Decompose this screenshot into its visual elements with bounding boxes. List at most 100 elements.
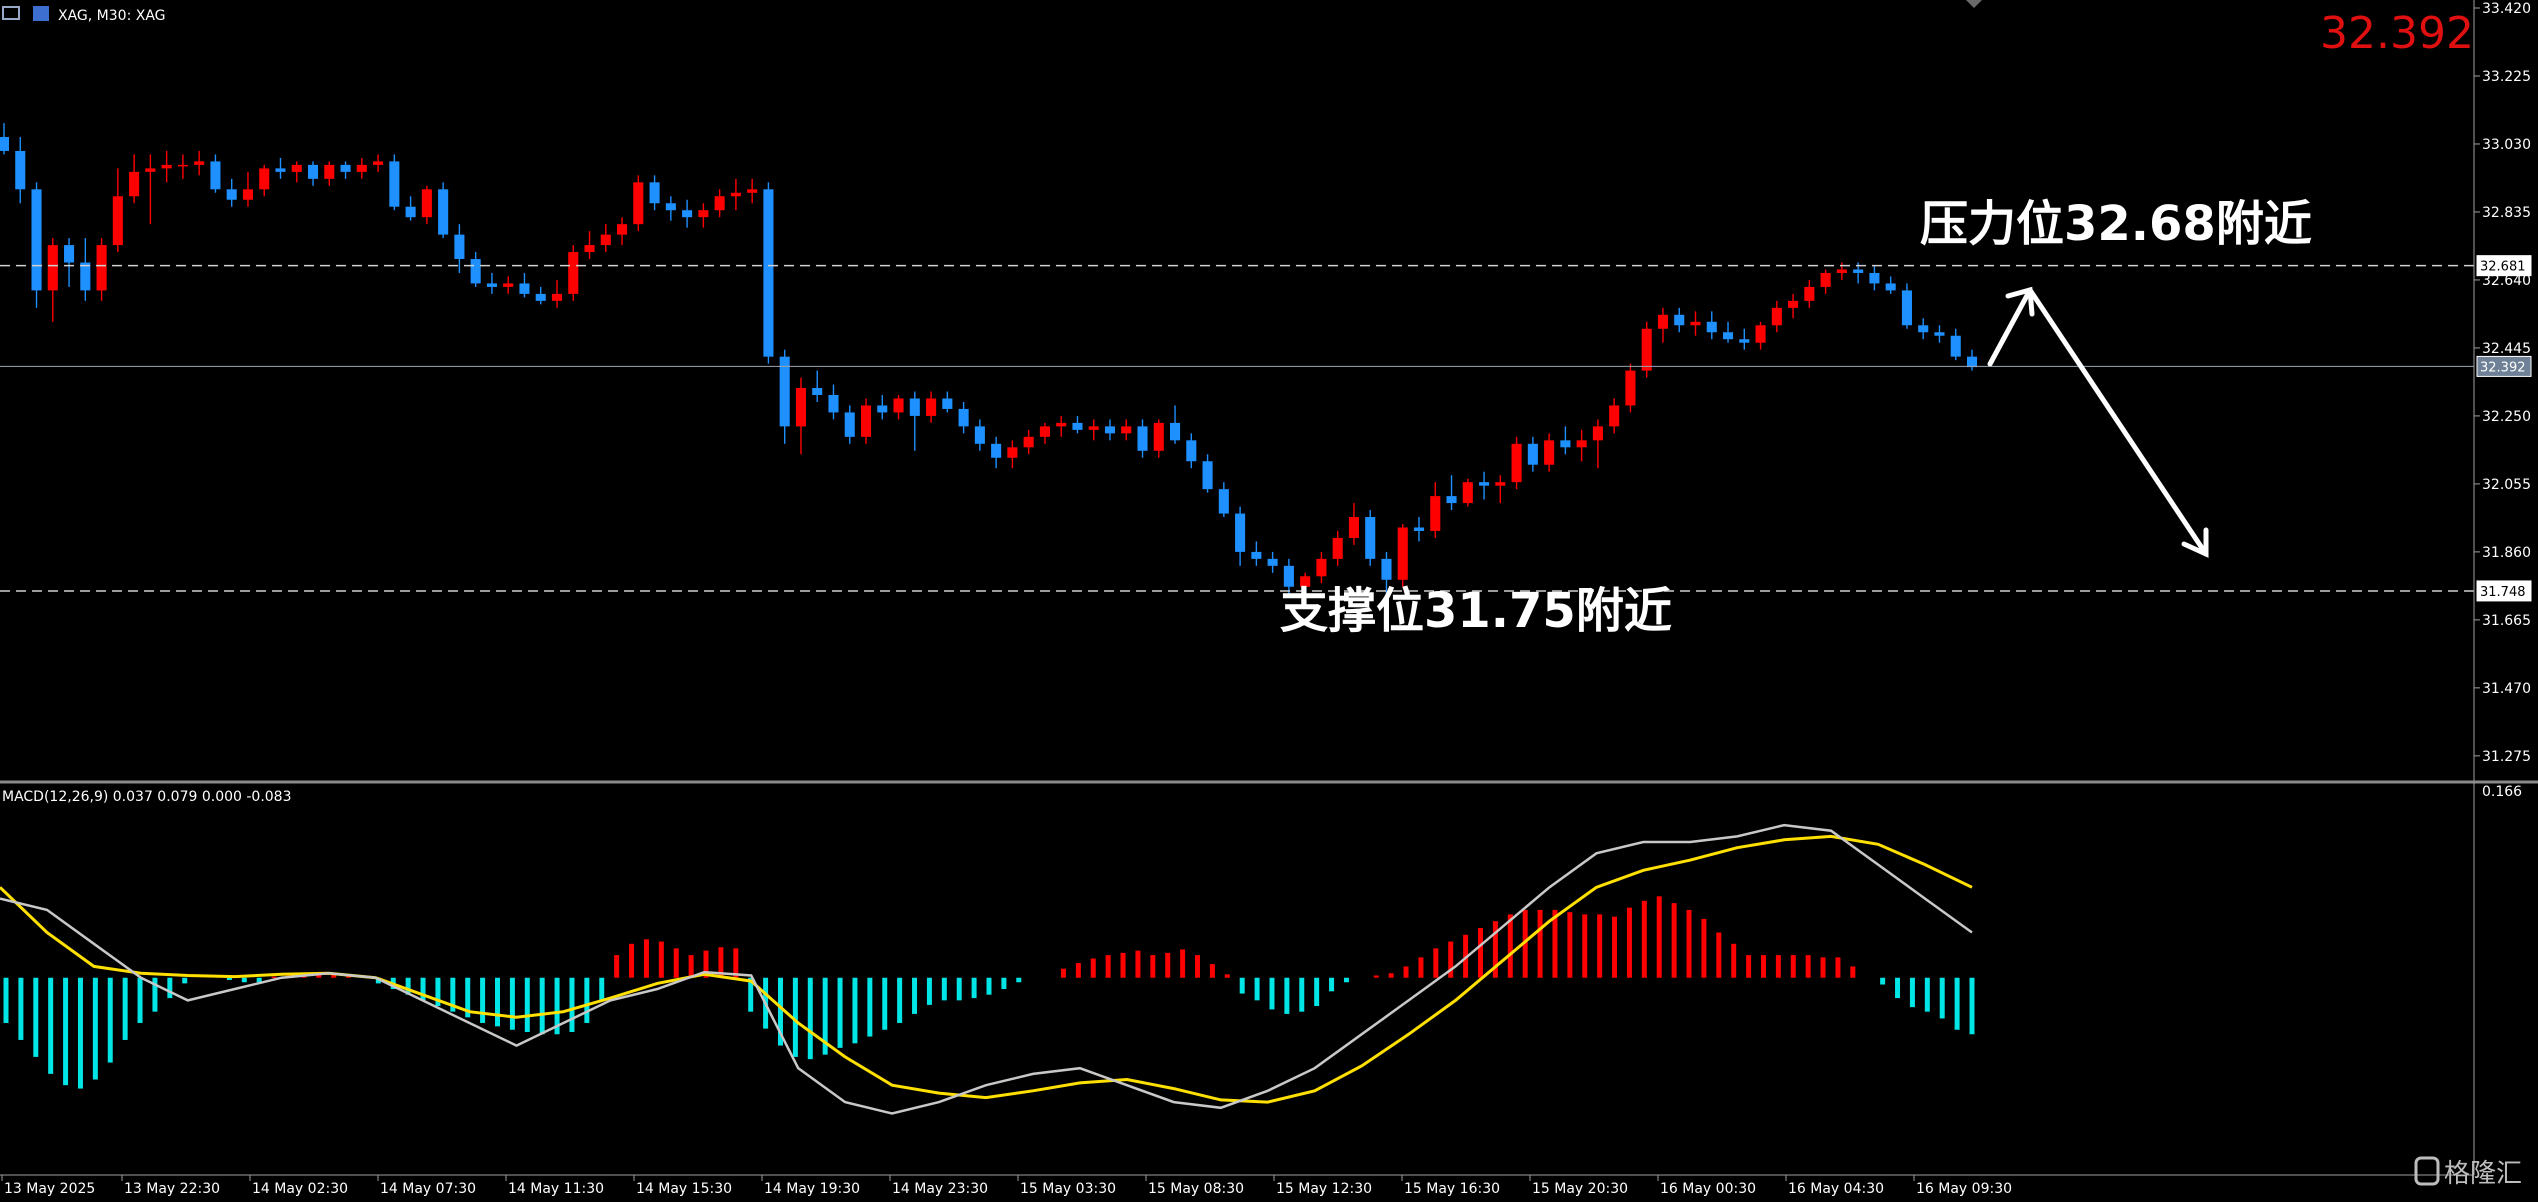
macd-hist-bar (480, 977, 486, 1023)
macd-hist-bar (1433, 948, 1439, 978)
time-tick-label: 14 May 19:30 (764, 1181, 860, 1197)
candle (438, 182, 449, 239)
macd-hist-bar (63, 977, 69, 1086)
macd-hist-bar (1254, 977, 1260, 1001)
macd-hist-bar (1567, 912, 1573, 978)
price-tick-label: 32.250 (2482, 409, 2531, 425)
macd-hist-bar (1895, 977, 1901, 999)
macd-hist-bar (33, 977, 39, 1057)
macd-hist-bar (1850, 966, 1856, 978)
macd-hist-bar (1835, 957, 1841, 978)
macd-hist-bar (77, 977, 83, 1089)
macd-hist-bar (3, 977, 9, 1023)
price-tick-label: 32.835 (2482, 205, 2531, 221)
macd-hist-bar (167, 977, 173, 999)
current-price-display: 32.392 (2320, 8, 2474, 59)
macd-hist-bar (941, 977, 947, 1001)
macd-hist-bar (1537, 909, 1543, 978)
macd-hist-bar (1165, 952, 1171, 978)
macd-hist-bar (1686, 909, 1692, 978)
macd-hist-bar (986, 977, 992, 995)
chart-window: XAG, M30: XAG 32.392 32.681 32.392 31.748 … (0, 0, 2538, 1198)
time-tick-label: 14 May 23:30 (892, 1181, 988, 1197)
macd-hist-bar (1269, 977, 1275, 1010)
macd-hist-bar (688, 955, 694, 978)
time-tick-label: 14 May 15:30 (636, 1181, 732, 1197)
time-tick-label: 14 May 02:30 (252, 1181, 348, 1197)
level-price-tag: 32.392 (2476, 355, 2532, 377)
macd-hist-bar (495, 977, 500, 1027)
candle (1511, 436, 1522, 490)
macd-hist-bar (1090, 958, 1096, 978)
time-tick-label: 16 May 09:30 (1916, 1181, 2012, 1197)
macd-hist-bar (912, 977, 918, 1014)
resistance-annotation: 压力位32.68附近 (1920, 196, 2312, 252)
macd-hist-bar (1939, 977, 1945, 1019)
macd-hist-bar (1805, 955, 1811, 978)
macd-hist-bar (1969, 977, 1975, 1035)
macd-hist-bar (1641, 900, 1647, 978)
macd-hist-bar (1239, 977, 1245, 994)
macd-hist-bar (599, 977, 605, 1001)
macd-hist-bar (1626, 907, 1632, 978)
candle (633, 175, 644, 232)
macd-hist-bar (897, 977, 903, 1023)
macd-hist-bar (867, 977, 873, 1037)
candle (568, 245, 579, 301)
macd-hist-bar (643, 939, 649, 978)
macd-hist-bar (122, 977, 128, 1040)
macd-hist-bar (1671, 903, 1677, 978)
time-tick-label: 14 May 07:30 (380, 1181, 476, 1197)
time-tick-label: 15 May 03:30 (1020, 1181, 1116, 1197)
macd-hist-bar (241, 977, 247, 983)
macd-hist-bar (1656, 896, 1662, 978)
macd-hist-bar (524, 977, 530, 1033)
macd-hist-bar (1373, 975, 1379, 978)
macd-hist-bar (1180, 949, 1186, 978)
macd-hist-bar (1820, 957, 1826, 978)
macd-hist-bar (1075, 963, 1081, 978)
macd-hist-bar (18, 977, 24, 1040)
macd-hist-bar (1716, 932, 1722, 978)
macd-hist-bar (226, 977, 232, 980)
macd-hist-bar (1001, 977, 1007, 990)
macd-hist-bar (1760, 955, 1766, 978)
macd-hist-bar (509, 977, 515, 1030)
candle (31, 182, 42, 308)
candle (1641, 321, 1652, 378)
macd-hist-bar (107, 977, 113, 1063)
macd-hist-bar (182, 977, 188, 984)
macd-hist-bar (1314, 977, 1320, 1007)
macd-hist-bar (629, 943, 635, 978)
macd-hist-bar (1150, 955, 1156, 978)
time-tick-label: 15 May 20:30 (1532, 1181, 1628, 1197)
macd-hist-bar (1612, 916, 1618, 978)
price-tick-label: 33.225 (2482, 69, 2531, 85)
macd-hist-bar (1507, 914, 1513, 978)
macd-hist-bar (1299, 977, 1305, 1012)
macd-hist-bar (1954, 977, 1960, 1030)
macd-axis-max: 0.166 (2482, 784, 2522, 800)
macd-hist-bar (837, 977, 843, 1048)
macd-hist-bar (1284, 977, 1290, 1014)
macd-hist-bar (658, 941, 664, 978)
macd-hist-bar (1388, 973, 1394, 978)
symbol-label: XAG, M30: XAG (58, 8, 166, 24)
macd-hist-bar (1135, 950, 1141, 978)
time-tick-label: 16 May 04:30 (1788, 1181, 1884, 1197)
macd-hist-bar (1909, 977, 1915, 1008)
candle (389, 154, 400, 211)
candle (1625, 363, 1636, 413)
macd-hist-bar (1731, 943, 1737, 978)
svg-text:31.748: 31.748 (2480, 585, 2526, 600)
price-tick-label: 32.445 (2482, 341, 2531, 357)
macd-hist-bar (852, 977, 858, 1044)
macd-hist-bar (673, 948, 679, 978)
price-tick-label: 31.665 (2482, 613, 2531, 629)
macd-hist-bar (1775, 955, 1781, 978)
candle (763, 182, 774, 364)
price-chart[interactable]: XAG, M30: XAG 32.392 32.68132.39231.748 … (0, 0, 2538, 1198)
macd-hist-bar (569, 977, 575, 1033)
candle (1365, 510, 1376, 566)
macd-hist-bar (1597, 914, 1603, 978)
